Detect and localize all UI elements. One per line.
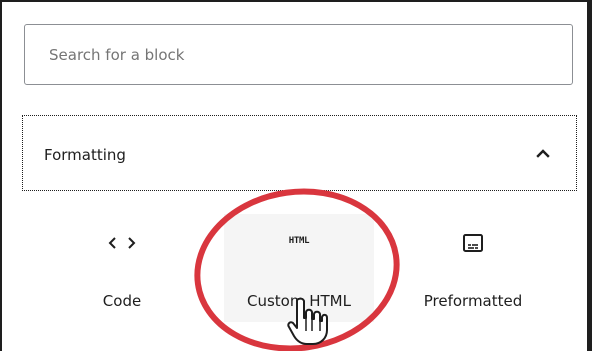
formatting-category-header[interactable]: Formatting bbox=[22, 115, 577, 191]
html-icon: HTML bbox=[288, 236, 310, 246]
hand-pointer-icon bbox=[287, 298, 328, 345]
block-label: Code bbox=[102, 292, 142, 310]
block-label: Preformatted bbox=[423, 292, 523, 310]
preformatted-icon bbox=[463, 234, 483, 252]
block-search-field[interactable] bbox=[24, 24, 573, 85]
code-brackets-icon bbox=[108, 237, 136, 249]
chevron-up-icon[interactable] bbox=[535, 145, 551, 161]
block-item-preformatted[interactable]: Preformatted bbox=[398, 216, 548, 322]
search-input[interactable] bbox=[25, 25, 572, 84]
block-item-code[interactable]: Code bbox=[47, 216, 197, 322]
category-title: Formatting bbox=[44, 146, 126, 164]
